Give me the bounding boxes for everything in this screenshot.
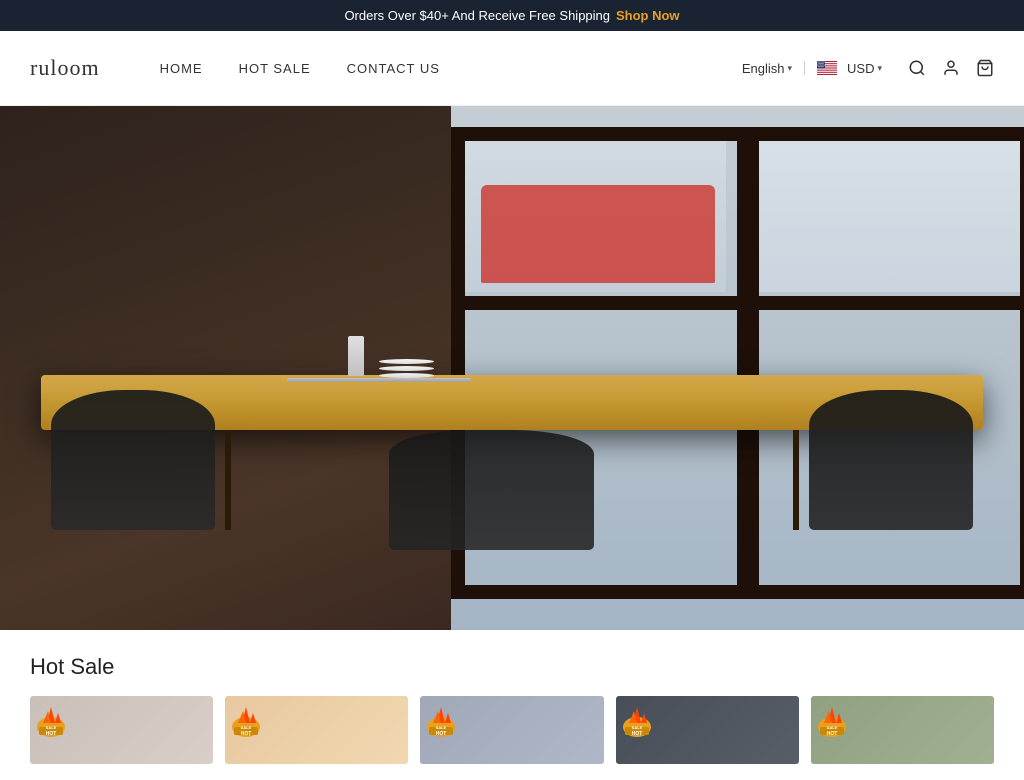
- hero-car: [481, 185, 714, 283]
- product-card-1[interactable]: HOT SALE: [30, 696, 213, 764]
- site-header: ruloom HOME HOT SALE CONTACT US English …: [0, 31, 1024, 106]
- nav-hot-sale[interactable]: HOT SALE: [239, 61, 311, 76]
- header-icons: [908, 59, 994, 77]
- language-chevron: ▾: [787, 63, 792, 74]
- lang-currency-divider: [804, 61, 805, 75]
- product-card-3[interactable]: HOT SALE: [420, 696, 603, 764]
- account-icon: [942, 59, 960, 77]
- lang-currency-group: English ▾: [742, 61, 882, 76]
- product-card-5[interactable]: HOT SALE: [811, 696, 994, 764]
- product-card-4[interactable]: HOT SALE: [616, 696, 799, 764]
- svg-text:HOT: HOT: [631, 731, 642, 737]
- announcement-text: Orders Over $40+ And Receive Free Shippi…: [344, 8, 610, 23]
- hero-image: [0, 106, 1024, 630]
- svg-text:SALE: SALE: [631, 725, 642, 730]
- svg-text:HOT: HOT: [46, 731, 57, 737]
- hot-sale-badge-5: HOT SALE: [814, 699, 854, 739]
- hero-chair-center: [389, 430, 594, 550]
- hero-tray: [287, 378, 471, 382]
- currency-label: USD: [847, 61, 874, 76]
- announcement-bar: Orders Over $40+ And Receive Free Shippi…: [0, 0, 1024, 31]
- product-grid: HOT SALE HOT SALE: [30, 696, 994, 764]
- product-card-2[interactable]: HOT SALE: [225, 696, 408, 764]
- hot-sale-section: Hot Sale HOT SALE: [0, 630, 1024, 780]
- svg-text:SALE: SALE: [436, 725, 447, 730]
- language-label: English: [742, 61, 785, 76]
- site-logo[interactable]: ruloom: [30, 55, 100, 81]
- hero-plate-1: [379, 359, 434, 364]
- hero-table-leg-left: [225, 430, 231, 530]
- language-selector[interactable]: English ▾: [742, 61, 792, 76]
- hero-window-divider: [737, 141, 759, 585]
- hero-section: [0, 106, 1024, 630]
- svg-text:HOT: HOT: [827, 731, 838, 737]
- hero-chair-left: [51, 390, 215, 530]
- cart-button[interactable]: [976, 59, 994, 77]
- hero-plate-2: [379, 366, 434, 371]
- svg-text:SALE: SALE: [241, 725, 252, 730]
- header-right: English ▾: [742, 59, 994, 77]
- currency-chevron: ▾: [877, 63, 882, 74]
- hot-sale-badge-1: HOT SALE: [33, 699, 73, 739]
- svg-text:SALE: SALE: [46, 725, 57, 730]
- nav-contact[interactable]: CONTACT US: [347, 61, 440, 76]
- main-nav: HOME HOT SALE CONTACT US: [160, 61, 742, 76]
- hot-sale-title: Hot Sale: [30, 654, 994, 680]
- svg-text:SALE: SALE: [826, 725, 837, 730]
- hero-window-divider-h: [465, 296, 1021, 309]
- shop-now-link[interactable]: Shop Now: [616, 8, 680, 23]
- currency-selector[interactable]: USD ▾: [847, 61, 882, 76]
- search-icon: [908, 59, 926, 77]
- cart-icon: [976, 59, 994, 77]
- hot-sale-badge-4: HOT SALE: [619, 699, 659, 739]
- hero-chair-right: [809, 390, 973, 530]
- hero-pane-tr: [759, 141, 1020, 292]
- svg-text:HOT: HOT: [436, 731, 447, 737]
- svg-text:HOT: HOT: [241, 731, 252, 737]
- hot-sale-badge-2: HOT SALE: [228, 699, 268, 739]
- hero-plates: [379, 359, 434, 378]
- us-flag-icon: [817, 61, 837, 75]
- hot-sale-badge-3: HOT SALE: [423, 699, 463, 739]
- account-button[interactable]: [942, 59, 960, 77]
- nav-home[interactable]: HOME: [160, 61, 203, 76]
- hero-utensil-holder: [348, 336, 364, 376]
- hero-table-leg-right: [793, 430, 799, 530]
- search-button[interactable]: [908, 59, 926, 77]
